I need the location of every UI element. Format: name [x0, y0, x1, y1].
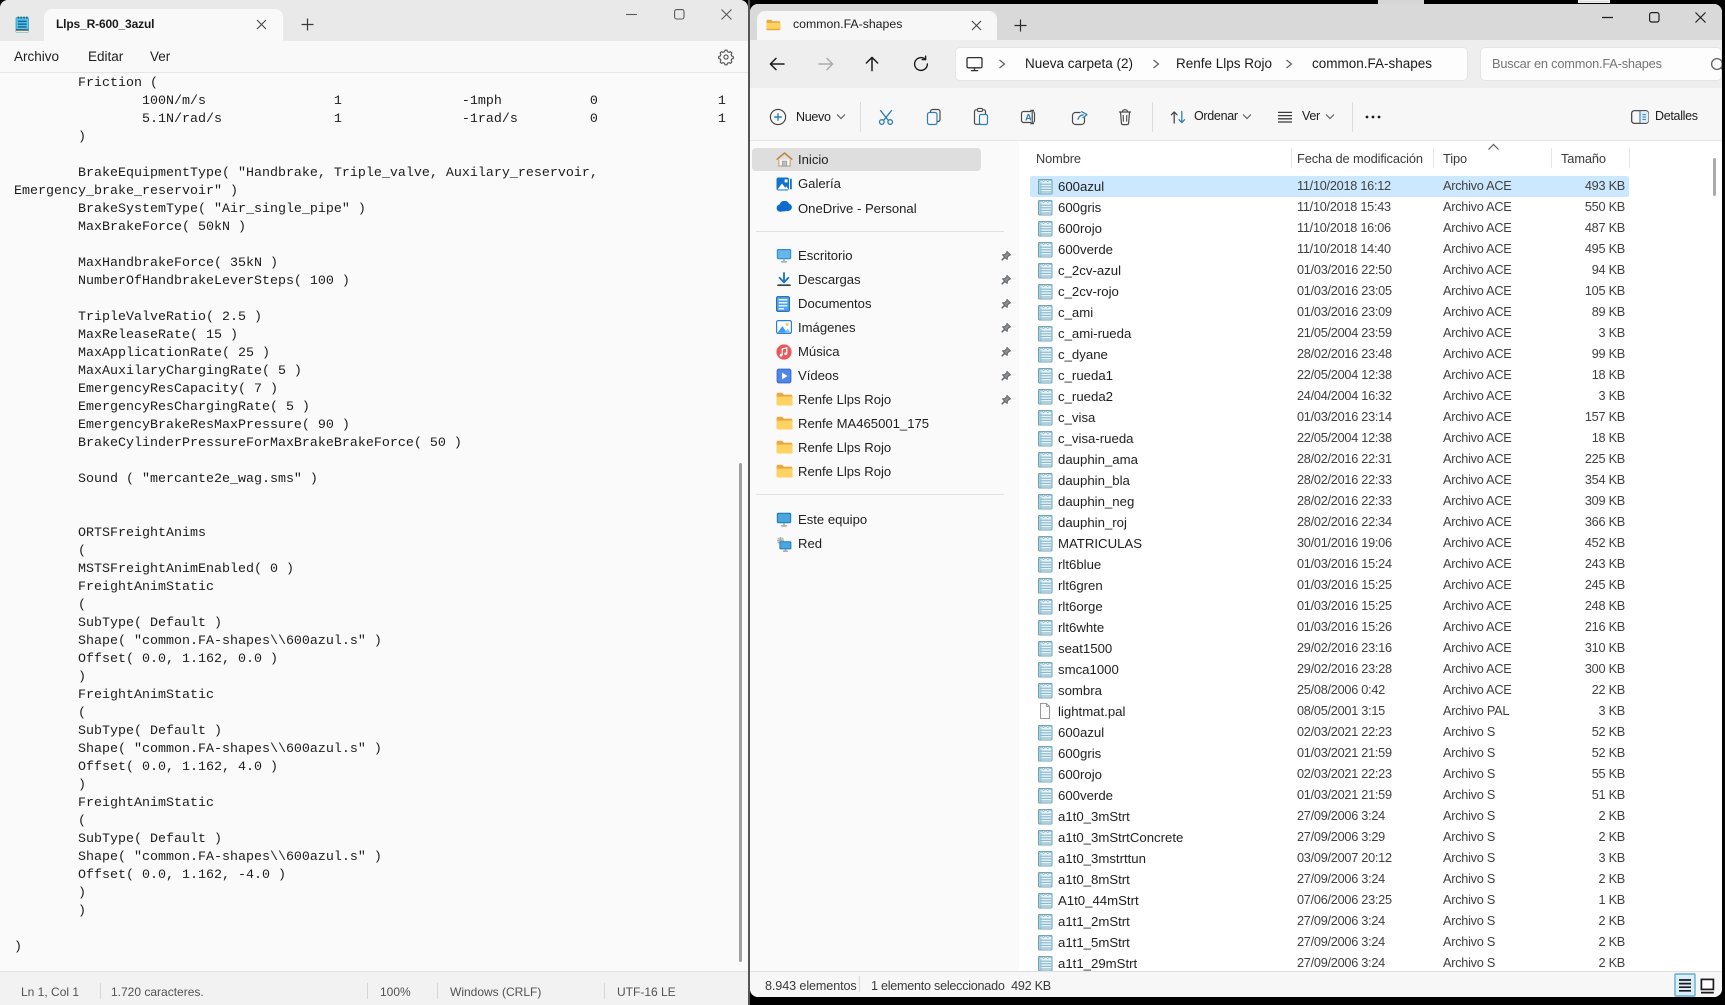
svg-text:A: A: [1025, 112, 1032, 123]
